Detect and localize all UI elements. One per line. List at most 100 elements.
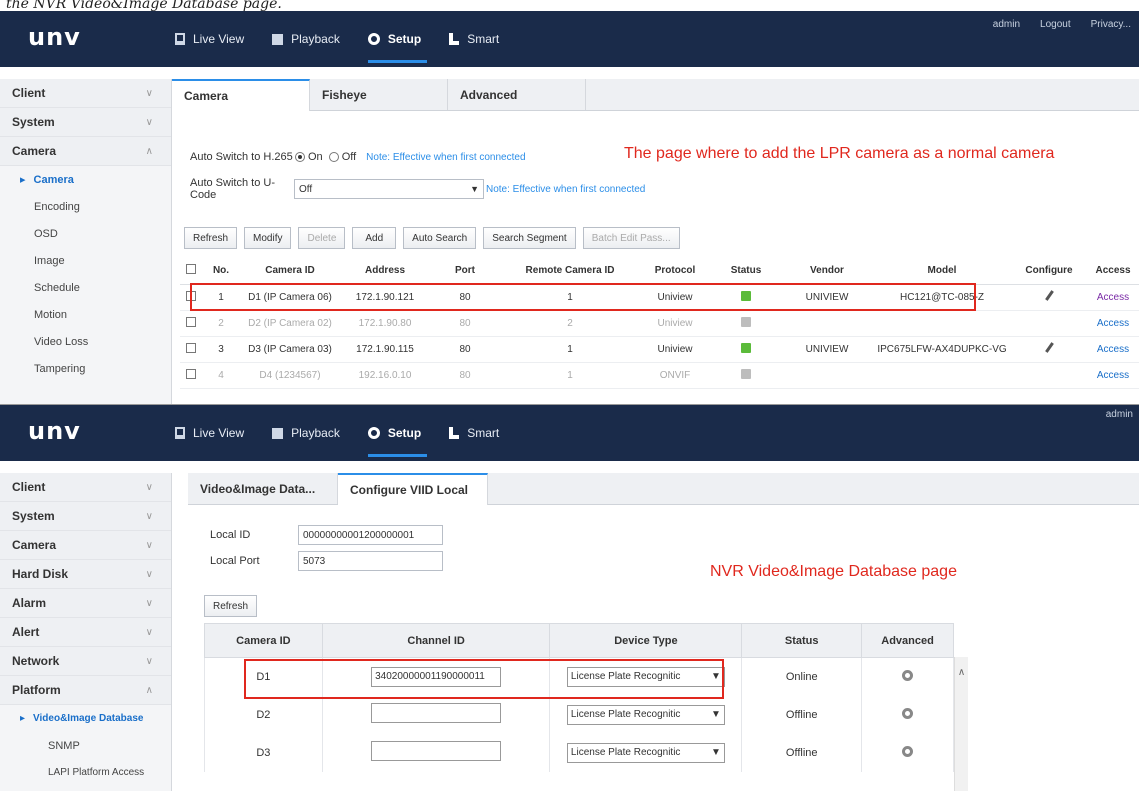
sidebar-group-camera[interactable]: Camera ∧ [0, 137, 171, 166]
logout-link[interactable]: Logout [1040, 19, 1071, 30]
nav-playback[interactable]: Playback [272, 25, 340, 53]
configure-pencil-icon[interactable] [1012, 284, 1086, 311]
sidebar-item-image[interactable]: Image [0, 247, 171, 274]
access-link[interactable]: Access [1086, 284, 1139, 311]
tab-video-image-database[interactable]: Video&Image Data... [188, 473, 338, 504]
sidebar-group-client[interactable]: Client ∨ [0, 473, 171, 502]
privacy-link[interactable]: Privacy... [1091, 19, 1131, 30]
sidebar-group-hard-disk[interactable]: Hard Disk ∨ [0, 560, 171, 589]
sidebar-group-camera[interactable]: Camera ∨ [0, 531, 171, 560]
sidebar-item-camera[interactable]: Camera [0, 166, 171, 193]
chevron-down-icon: ∨ [145, 539, 153, 551]
sidebar-group-system[interactable]: System ∨ [0, 502, 171, 531]
ucode-row: Auto Switch to U-Code Off ▼ Note: Effecti… [190, 177, 645, 201]
caption-text: the NVR Video&Image Database page. [6, 0, 282, 11]
nav-playback[interactable]: Playback [272, 419, 340, 447]
device-type-select[interactable]: License Plate Recognitic ▼ [566, 742, 725, 763]
table-row: D3 License Plate Recognitic ▼ Offline [204, 733, 954, 772]
sidebar-item-osd[interactable]: OSD [0, 220, 171, 247]
table-row: 4 D4 (1234567) 192.16.0.10 80 1 ONVIF Ac… [180, 362, 1139, 389]
modify-button[interactable]: Modify [244, 227, 292, 249]
local-id-input[interactable]: 00000000001200000001 [298, 525, 443, 545]
tab-configure-viid-local[interactable]: Configure VIID Local [338, 473, 488, 505]
admin-link[interactable]: admin [1106, 409, 1133, 420]
advanced-gear-icon[interactable] [861, 695, 954, 734]
tab-fisheye[interactable]: Fisheye [310, 79, 448, 110]
table-row: D2 License Plate Recognitic ▼ Offline [204, 695, 954, 734]
access-link[interactable]: Access [1086, 362, 1139, 389]
add-button[interactable]: Add [352, 227, 397, 249]
row-checkbox[interactable] [180, 310, 202, 337]
advanced-gear-icon[interactable] [861, 657, 954, 696]
top-bar: unv Live View Playback Setup Smart admin… [0, 11, 1139, 67]
sidebar-group-platform[interactable]: Platform ∧ [0, 676, 171, 705]
sidebar-group-alarm[interactable]: Alarm ∨ [0, 589, 171, 618]
chevron-up-icon: ∧ [145, 145, 153, 157]
select-all-checkbox[interactable] [180, 258, 202, 285]
channel-id-input[interactable] [371, 741, 502, 761]
advanced-gear-icon[interactable] [861, 733, 954, 772]
refresh-button[interactable]: Refresh [204, 595, 258, 617]
nav-live-view[interactable]: Live View [175, 419, 244, 447]
access-link[interactable]: Access [1086, 310, 1139, 337]
sidebar-item-schedule[interactable]: Schedule [0, 274, 171, 301]
row-checkbox[interactable] [180, 362, 202, 389]
sidebar-group-system[interactable]: System ∨ [0, 108, 171, 137]
sidebar-item-video-loss[interactable]: Video Loss [0, 328, 171, 355]
device-type-select[interactable]: License Plate Recognitic ▼ [566, 704, 725, 725]
ucode-note: Note: Effective when first connected [486, 183, 646, 195]
local-id-label: Local ID [210, 529, 251, 541]
sidebar-item-video-image-database[interactable]: Video&Image Database [0, 705, 171, 732]
nav-setup[interactable]: Setup [367, 25, 428, 63]
sidebar-item-snmp[interactable]: SNMP [0, 732, 171, 759]
viid-annotation: NVR Video&Image Database page [710, 563, 957, 580]
configure-pencil-icon[interactable] [1012, 336, 1086, 363]
delete-button[interactable]: Delete [298, 227, 346, 249]
table-scrollbar[interactable]: ∧ [954, 657, 968, 791]
scroll-up-icon[interactable]: ∧ [955, 667, 968, 678]
local-id-row: Local ID 00000000001200000001 [210, 525, 443, 545]
auto-search-button[interactable]: Auto Search [403, 227, 477, 249]
smart-icon [449, 427, 460, 439]
local-port-input[interactable]: 5073 [298, 551, 443, 571]
main-nav: Live View Playback Setup Smart [175, 25, 527, 63]
tab-camera[interactable]: Camera [172, 79, 310, 111]
status-online-icon [710, 336, 782, 363]
nav-smart[interactable]: Smart [449, 25, 499, 53]
highlight-box [244, 659, 724, 699]
nav-live-view[interactable]: Live View [175, 25, 244, 53]
h265-row: Auto Switch to H.265 On Off Note: Effect… [190, 151, 526, 163]
status-offline-icon [710, 310, 782, 337]
table-header: No. Camera ID Address Port Remote Camera… [180, 258, 1139, 285]
sidebar-item-motion[interactable]: Motion [0, 301, 171, 328]
sidebar-group-client[interactable]: Client ∨ [0, 79, 171, 108]
admin-link[interactable]: admin [993, 19, 1020, 30]
film-icon [272, 427, 284, 439]
sidebar-item-tampering[interactable]: Tampering [0, 355, 171, 382]
nav-setup[interactable]: Setup [367, 419, 428, 457]
viid-tabs: Video&Image Data... Configure VIID Local [188, 473, 1139, 505]
row-checkbox[interactable] [180, 336, 202, 363]
refresh-button[interactable]: Refresh [184, 227, 238, 249]
viid-toolbar: Refresh [204, 595, 264, 617]
chevron-down-icon: ∨ [145, 626, 153, 638]
batch-edit-button[interactable]: Batch Edit Pass... [582, 227, 680, 249]
chevron-down-icon: ∨ [145, 568, 153, 580]
monitor-icon [175, 33, 185, 45]
search-segment-button[interactable]: Search Segment [483, 227, 576, 249]
h265-on-radio[interactable] [295, 152, 305, 162]
nav-smart[interactable]: Smart [449, 419, 499, 447]
ucode-select[interactable]: Off ▼ [294, 179, 484, 199]
h265-label: Auto Switch to H.265 [190, 151, 293, 163]
tab-advanced[interactable]: Advanced [448, 79, 586, 110]
access-link[interactable]: Access [1086, 336, 1139, 363]
h265-off-radio[interactable] [328, 152, 339, 162]
sidebar-item-lapi-platform-access[interactable]: LAPI Platform Access [0, 759, 171, 786]
chevron-up-icon: ∧ [145, 684, 153, 696]
sidebar-group-alert[interactable]: Alert ∨ [0, 618, 171, 647]
sidebar-group-network[interactable]: Network ∨ [0, 647, 171, 676]
local-port-label: Local Port [210, 555, 260, 567]
chevron-down-icon: ▼ [711, 709, 721, 720]
channel-id-input[interactable] [371, 703, 502, 723]
sidebar-item-encoding[interactable]: Encoding [0, 193, 171, 220]
